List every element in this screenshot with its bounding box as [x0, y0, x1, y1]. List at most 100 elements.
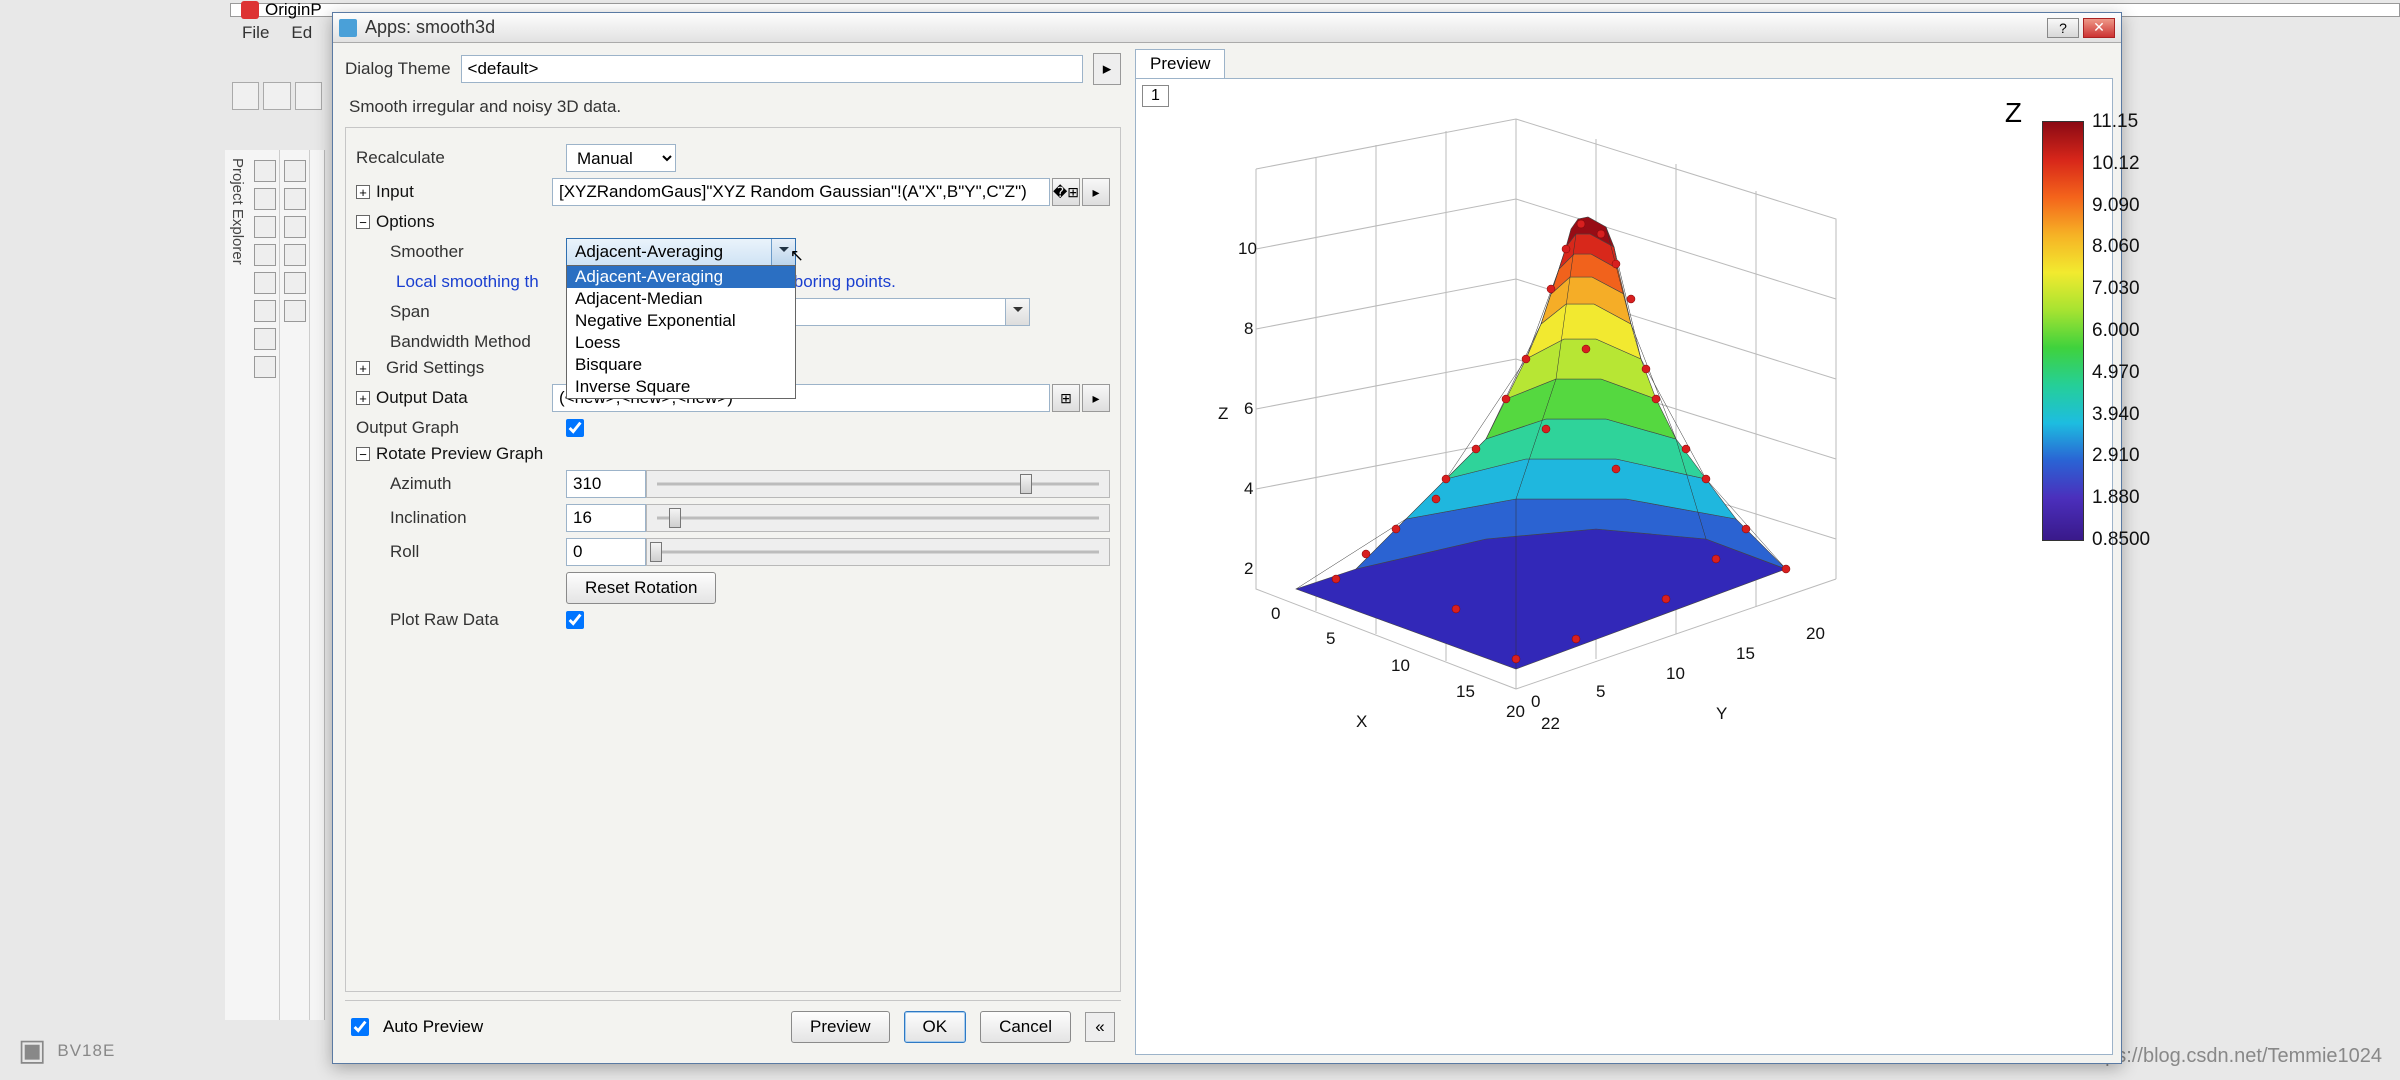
help-button[interactable]: ? [2047, 18, 2079, 38]
output-data-label: Output Data [376, 388, 546, 408]
side-project-explorer[interactable]: Project Explorer [225, 150, 250, 1020]
roll-slider[interactable] [646, 538, 1110, 566]
tool-reader-icon[interactable] [254, 244, 276, 266]
smooth3d-dialog: Apps: smooth3d ? ✕ Dialog Theme ▸ Smooth… [332, 12, 2122, 1064]
tool-b[interactable] [284, 188, 306, 210]
input-field[interactable] [552, 178, 1050, 206]
smoother-combobox[interactable]: Adjacent-Averaging ↖ Adjacent-Averaging … [566, 238, 796, 266]
colorbar-gradient [2042, 121, 2084, 541]
tool-line-icon[interactable] [254, 300, 276, 322]
menu-file[interactable]: File [242, 23, 269, 43]
collapse-preview-icon[interactable]: « [1085, 1012, 1115, 1042]
dialog-left-pane: Dialog Theme ▸ Smooth irregular and nois… [333, 43, 1133, 1063]
smoother-option[interactable]: Inverse Square [567, 376, 795, 398]
tool-b[interactable] [284, 160, 306, 182]
tool-pointer-icon[interactable] [254, 160, 276, 182]
svg-text:X: X [1356, 712, 1367, 731]
svg-text:0: 0 [1531, 692, 1540, 711]
input-expand-icon[interactable]: + [356, 185, 370, 199]
recalculate-select[interactable]: Manual [566, 144, 676, 172]
grid-settings-label: Grid Settings [386, 358, 556, 378]
grid-settings-expand-icon[interactable]: + [356, 361, 370, 375]
recalculate-label: Recalculate [356, 148, 556, 168]
tool-hand-icon[interactable] [254, 356, 276, 378]
cancel-button[interactable]: Cancel [980, 1011, 1071, 1043]
svg-text:8: 8 [1244, 319, 1253, 338]
svg-text:20: 20 [1506, 702, 1525, 721]
span-label: Span [356, 302, 556, 322]
dialog-titlebar[interactable]: Apps: smooth3d ? ✕ [333, 13, 2121, 43]
watermark-left: ▣ BV18E [18, 1033, 115, 1068]
azimuth-input[interactable] [566, 470, 646, 498]
svg-text:22: 22 [1541, 714, 1560, 733]
options-label: Options [376, 212, 435, 232]
auto-preview-label: Auto Preview [383, 1017, 483, 1037]
bandwidth-label: Bandwidth Method [356, 332, 556, 352]
dialog-theme-menu-button[interactable]: ▸ [1093, 53, 1121, 85]
smoother-dropdown-list[interactable]: Adjacent-Averaging Adjacent-Median Negat… [566, 265, 796, 399]
tool-zoom-icon[interactable] [254, 188, 276, 210]
tool-b[interactable] [284, 300, 306, 322]
output-flyout-icon[interactable]: ▸ [1082, 384, 1110, 412]
tool-b[interactable] [284, 272, 306, 294]
rotate-label: Rotate Preview Graph [376, 444, 543, 464]
dialog-description: Smooth irregular and noisy 3D data. [349, 97, 1117, 117]
smoother-option[interactable]: Loess [567, 332, 795, 354]
output-graph-label: Output Graph [356, 418, 556, 438]
preview-tab[interactable]: Preview [1135, 49, 1225, 78]
input-label: Input [376, 182, 546, 202]
chevron-down-icon[interactable] [771, 239, 795, 265]
colorbar-ticks: 11.15 10.12 9.090 8.060 7.030 6.000 4.97… [2092, 111, 2150, 551]
watermark-right: https://blog.csdn.net/Temmie1024 [2083, 1045, 2382, 1068]
roll-input[interactable] [566, 538, 646, 566]
reset-rotation-button[interactable]: Reset Rotation [566, 572, 716, 604]
output-browse-icon[interactable]: ⊞ [1052, 384, 1080, 412]
svg-text:5: 5 [1596, 682, 1605, 701]
smoother-option[interactable]: Adjacent-Median [567, 288, 795, 310]
options-panel: Recalculate Manual + Input �⊞ ▸ − [345, 127, 1121, 992]
auto-preview-checkbox[interactable] [351, 1018, 369, 1036]
dialog-title: Apps: smooth3d [365, 17, 2047, 38]
azimuth-label: Azimuth [356, 474, 556, 494]
span-dropdown-icon[interactable] [1006, 298, 1030, 326]
menu-edit[interactable]: Ed [291, 23, 312, 43]
tool-b[interactable] [284, 244, 306, 266]
svg-text:20: 20 [1806, 624, 1825, 643]
svg-text:6: 6 [1244, 399, 1253, 418]
preview-button[interactable]: Preview [791, 1011, 889, 1043]
azimuth-slider[interactable] [646, 470, 1110, 498]
output-data-expand-icon[interactable]: + [356, 391, 370, 405]
plot-raw-checkbox[interactable] [566, 611, 584, 629]
toolbar-btn[interactable] [232, 82, 259, 110]
svg-text:15: 15 [1736, 644, 1755, 663]
plot-raw-label: Plot Raw Data [356, 610, 556, 630]
smoother-option[interactable]: Bisquare [567, 354, 795, 376]
inclination-slider[interactable] [646, 504, 1110, 532]
roll-label: Roll [356, 542, 556, 562]
tool-rect-icon[interactable] [254, 328, 276, 350]
svg-text:10: 10 [1391, 656, 1410, 675]
svg-text:4: 4 [1244, 479, 1253, 498]
output-graph-checkbox[interactable] [566, 419, 584, 437]
tool-text-icon[interactable] [254, 272, 276, 294]
smoother-option[interactable]: Negative Exponential [567, 310, 795, 332]
rotate-collapse-icon[interactable]: − [356, 447, 370, 461]
colorbar: 11.15 10.12 9.090 8.060 7.030 6.000 4.97… [2042, 121, 2084, 541]
preview-area: 1 Z [1135, 78, 2113, 1055]
svg-text:5: 5 [1326, 629, 1335, 648]
toolbar-btn[interactable] [295, 82, 322, 110]
tool-pan-icon[interactable] [254, 216, 276, 238]
svg-text:0: 0 [1271, 604, 1280, 623]
background-side-panels: Project Explorer [225, 150, 325, 1020]
ok-button[interactable]: OK [904, 1011, 967, 1043]
inclination-input[interactable] [566, 504, 646, 532]
input-browse-icon[interactable]: �⊞ [1052, 178, 1080, 206]
svg-text:15: 15 [1456, 682, 1475, 701]
smoother-option[interactable]: Adjacent-Averaging [567, 266, 795, 288]
toolbar-btn[interactable] [263, 82, 290, 110]
input-flyout-icon[interactable]: ▸ [1082, 178, 1110, 206]
tool-b[interactable] [284, 216, 306, 238]
close-button[interactable]: ✕ [2083, 18, 2115, 38]
options-collapse-icon[interactable]: − [356, 215, 370, 229]
dialog-theme-input[interactable] [461, 55, 1083, 83]
